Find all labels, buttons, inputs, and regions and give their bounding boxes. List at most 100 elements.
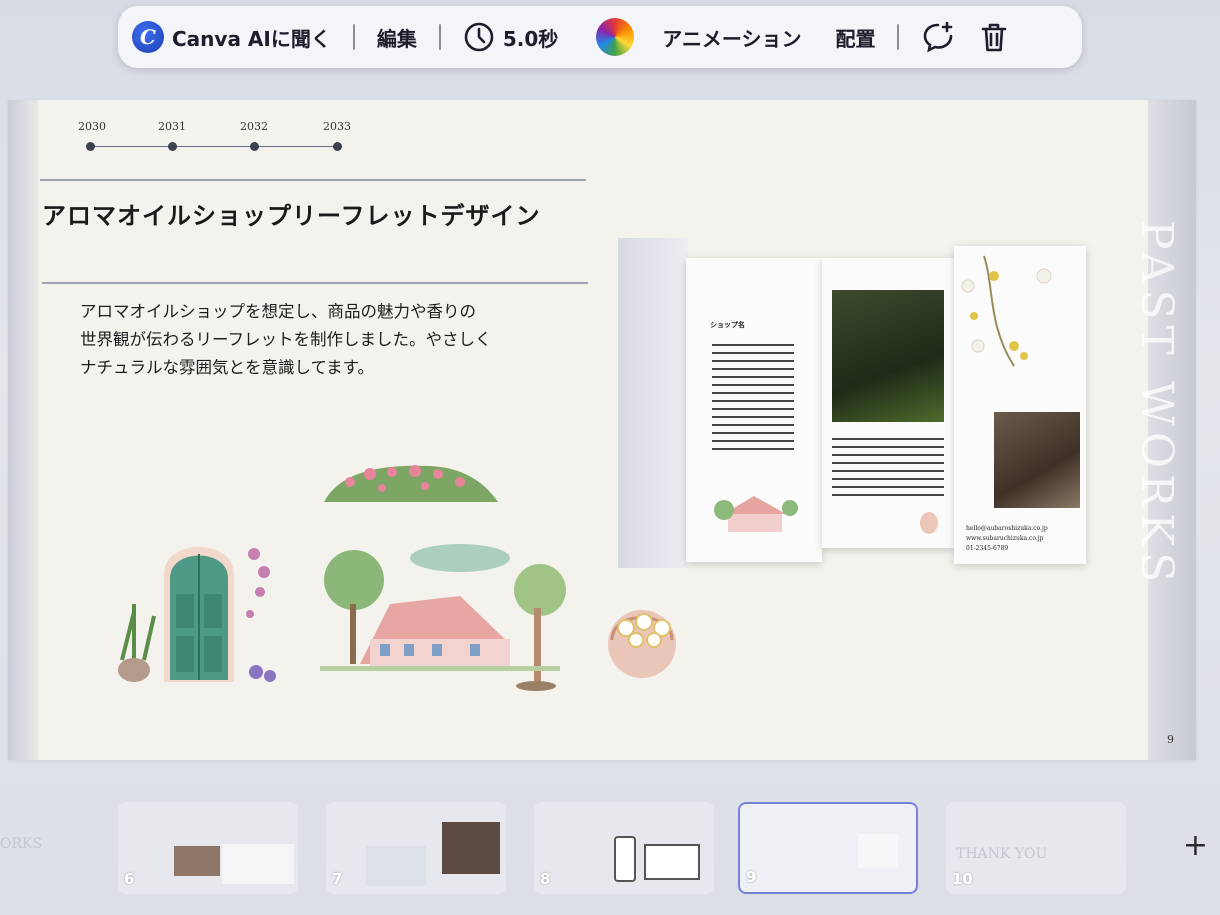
leaflet-left-panel: ショップ名 <box>686 258 822 562</box>
comment-add-icon[interactable] <box>921 20 955 54</box>
leaflet-text-line <box>712 440 794 442</box>
thumbnail-title-text: THANK YOU <box>956 846 1048 862</box>
leaflet-middle-panel <box>822 258 954 548</box>
leaflet-house-thumbnail <box>714 496 798 532</box>
arrange-button[interactable]: 配置 <box>835 23 875 52</box>
leaflet-text-line <box>832 446 944 448</box>
leaflet-flower-art <box>961 255 1052 367</box>
slide-page-number: 9 <box>1167 733 1174 746</box>
leaflet-mockup[interactable]: ショップ名 hello@aubaroshizuka.co.jp www.suba… <box>618 238 1093 578</box>
leaflet-text-line <box>832 486 944 488</box>
page-thumbnail-10[interactable]: THANK YOU 10 <box>946 802 1126 894</box>
description-line: ナチュラルな雰囲気とを意識してます。 <box>80 358 375 377</box>
flower-hedge-illustration[interactable] <box>320 462 500 506</box>
leaflet-text-line <box>712 424 794 426</box>
thumbnail-leaflet <box>222 844 294 884</box>
thumbnail-number: 8 <box>540 870 551 888</box>
timeline-year: 2031 <box>158 120 186 133</box>
slide-description[interactable]: アロマオイルショップを想定し、商品の魅力や香りの 世界観が伝わるリーフレットを制… <box>80 298 600 382</box>
arrange-label: 配置 <box>835 26 876 51</box>
animation-label: アニメーション <box>662 26 802 51</box>
leaflet-right-panel: hello@aubaroshizuka.co.jp www.subaruchiz… <box>954 246 1086 564</box>
title-rule-bottom <box>42 282 588 284</box>
flower-basket-illustration[interactable] <box>602 590 682 686</box>
leaflet-text-line <box>832 478 944 480</box>
duration-button[interactable]: 5.0秒 <box>463 21 558 53</box>
timeline[interactable]: 2030 2031 2032 2033 <box>78 120 368 160</box>
leaflet-basket-mark <box>920 512 938 534</box>
canva-ai-label: Canva AIに聞く <box>172 26 331 51</box>
trash-icon[interactable] <box>977 20 1011 54</box>
page-thumbnail-7[interactable]: 7 <box>326 802 506 894</box>
slide-canvas[interactable]: 2030 2031 2032 2033 アロマオイルショップリーフレットデザイン… <box>8 100 1196 760</box>
timeline-year: 2030 <box>78 120 106 133</box>
leaflet-phone: 01-2345-6789 <box>966 545 1009 552</box>
page-thumbnail-8[interactable]: 8 <box>534 802 714 894</box>
thumbnail-fragment-text: ORKS <box>0 836 43 852</box>
thumbnail-leaflet <box>366 846 426 886</box>
leaflet-text-line <box>832 470 944 472</box>
leaflet-text-line <box>712 408 794 410</box>
leaflet-text-line <box>712 448 794 450</box>
leaflet-photo-bottle <box>994 412 1080 508</box>
leaflet-photo-oil-hand <box>832 290 944 422</box>
timeline-dot <box>333 142 342 151</box>
leaflet-text-line <box>712 344 794 346</box>
slide-title[interactable]: アロマオイルショップリーフレットデザイン <box>42 196 541 231</box>
toolbar-divider <box>352 24 355 50</box>
leaflet-text-line <box>832 494 944 496</box>
add-page-button[interactable]: + <box>1183 828 1208 863</box>
title-rule-top <box>40 179 586 181</box>
door-illustration[interactable] <box>104 524 304 684</box>
thumbnail-laptop-mock <box>644 844 700 880</box>
leaflet-text-line <box>712 376 794 378</box>
edit-label: 編集 <box>376 26 417 51</box>
past-works-vertical-text[interactable]: PAST WORKS <box>1131 220 1182 588</box>
timeline-dot <box>250 142 259 151</box>
slide-left-band <box>8 100 38 760</box>
timeline-dot <box>86 142 95 151</box>
leaflet-website: www.subaruchizuka.co.jp <box>966 535 1044 542</box>
clock-icon <box>464 22 494 52</box>
leaflet-email: hello@aubaroshizuka.co.jp <box>966 525 1048 532</box>
color-wheel-icon[interactable] <box>596 18 635 56</box>
description-line: アロマオイルショップを想定し、商品の魅力や香りの <box>80 302 476 321</box>
edit-button[interactable]: 編集 <box>377 23 417 52</box>
floating-toolbar: C Canva AIに聞く 編集 5.0秒 アニメーション 配置 <box>118 6 1082 68</box>
page-thumbnail-9[interactable]: 9 <box>738 802 918 894</box>
toolbar-divider <box>897 24 900 50</box>
leaflet-text-line <box>712 432 794 434</box>
leaflet-text-line <box>832 438 944 440</box>
thumbnail-number: 7 <box>332 870 343 888</box>
house-illustration[interactable] <box>320 544 570 694</box>
page-thumbnail-6[interactable]: 6 <box>118 802 298 894</box>
leaflet-text-line <box>712 392 794 394</box>
timeline-line <box>90 146 338 147</box>
thumbnail-number: 9 <box>746 868 757 886</box>
description-line: 世界観が伝わるリーフレットを制作しました。やさしく <box>80 330 492 349</box>
leaflet-shadow <box>618 238 688 568</box>
thumbnail-phone-mock <box>614 836 636 882</box>
thumbnail-photo <box>174 846 220 876</box>
timeline-dot <box>168 142 177 151</box>
leaflet-text-line <box>712 352 794 354</box>
duration-label: 5.0秒 <box>502 26 559 51</box>
canva-logo-icon: C <box>132 21 164 53</box>
page-thumbnail-strip: ORKS 6 7 8 9 THANK YOU 10 + <box>0 790 1220 915</box>
thumbnail-number: 6 <box>124 870 135 888</box>
leaflet-text-line <box>712 384 794 386</box>
leaflet-heading: ショップ名 <box>710 321 745 329</box>
leaflet-text-line <box>832 454 944 456</box>
canva-ai-button[interactable]: C Canva AIに聞く <box>132 21 331 53</box>
leaflet-text-line <box>712 416 794 418</box>
animation-button[interactable]: アニメーション <box>662 23 801 52</box>
leaflet-contact: hello@aubaroshizuka.co.jp www.subaruchiz… <box>966 524 1048 554</box>
timeline-year: 2032 <box>240 120 268 133</box>
leaflet-text-line <box>712 368 794 370</box>
thumbnail-photo <box>442 822 500 874</box>
leaflet-text-line <box>712 400 794 402</box>
toolbar-divider <box>438 24 441 50</box>
leaflet-text-line <box>832 462 944 464</box>
timeline-year: 2033 <box>323 120 351 133</box>
thumbnail-number: 10 <box>952 870 973 888</box>
